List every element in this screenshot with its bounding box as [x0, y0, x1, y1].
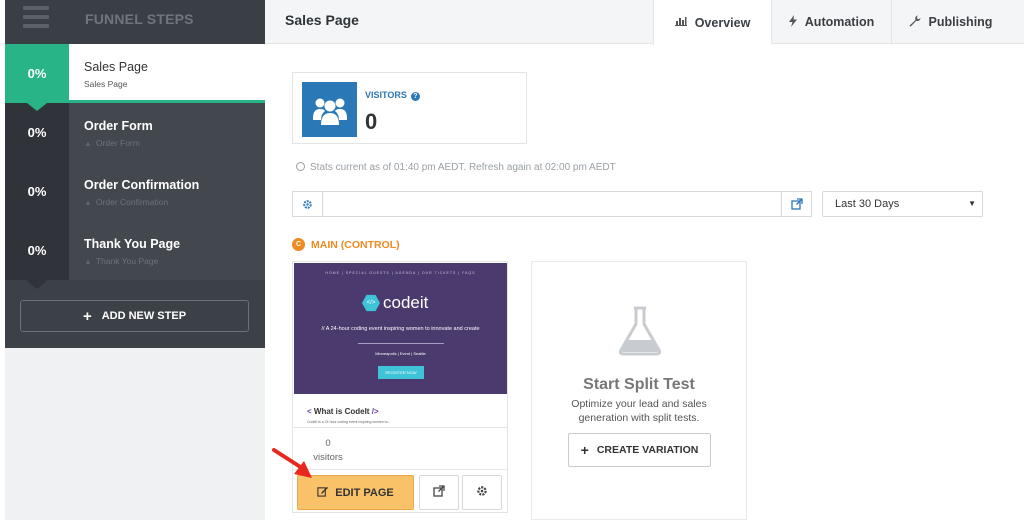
page-variant-card: HOME | SPECIAL GUESTS | AGENDA | OUR TIC… — [292, 261, 508, 513]
visitors-card: VISITORS? 0 — [292, 72, 527, 144]
gear-icon[interactable] — [293, 192, 323, 216]
thumb-logo-text: codeit — [383, 293, 429, 312]
step-percent: 0% — [5, 44, 69, 111]
split-test-description: Optimize your lead and sales generation … — [571, 398, 707, 424]
external-link-icon — [433, 485, 445, 500]
plus-icon: + — [82, 307, 92, 325]
thumb-register-button: REGISTER NOW — [378, 366, 424, 379]
control-badge: C — [292, 238, 305, 251]
step-percent: 0% — [5, 162, 69, 229]
variant-label: C MAIN (CONTROL) — [292, 238, 400, 251]
flask-icon — [618, 306, 662, 356]
step-name: Thank You Page — [84, 237, 181, 251]
thumb-what-heading: < What is CodeIt /> — [307, 407, 379, 416]
visitors-count: 0 — [365, 109, 378, 134]
what-title: What is CodeIt — [313, 407, 370, 416]
visitors-label: VISITORS? — [365, 90, 420, 101]
sidebar: FUNNEL STEPS 0% Sales Page Sales Page 0%… — [5, 0, 265, 520]
warning-icon: ▲ — [84, 139, 92, 148]
split-test-title: Start Split Test — [583, 376, 695, 393]
tab-label: Automation — [804, 15, 875, 29]
page-url-input[interactable] — [324, 192, 781, 216]
external-link-icon[interactable] — [781, 192, 811, 216]
sidebar-header: FUNNEL STEPS — [5, 0, 265, 44]
red-arrow-annotation — [272, 448, 312, 478]
caret-down-icon: ▼ — [968, 199, 976, 208]
step-subtitle-row: ▲ Order Form — [84, 138, 140, 148]
sidebar-footer: + ADD NEW STEP — [5, 281, 265, 348]
stats-note-text: Stats current as of 01:40 pm AEDT. Refre… — [310, 162, 616, 173]
tab-overview[interactable]: Overview — [653, 0, 771, 45]
add-new-step-button[interactable]: + ADD NEW STEP — [20, 300, 249, 332]
url-bar — [292, 191, 812, 217]
wrench-icon — [909, 15, 921, 30]
card-divider — [293, 469, 507, 470]
thumb-desc: CodeIt is a 24 hour coding event inspiri… — [307, 420, 391, 424]
visitors-label-text: VISITORS — [365, 90, 407, 100]
page-title: Sales Page — [285, 12, 359, 28]
step-subtitle-row: ▲ Thank You Page — [84, 256, 158, 266]
step-percent: 0% — [5, 103, 69, 170]
app: FUNNEL STEPS 0% Sales Page Sales Page 0%… — [0, 0, 1024, 520]
step-name: Order Form — [84, 119, 153, 133]
page-thumbnail[interactable]: HOME | SPECIAL GUESTS | AGENDA | OUR TIC… — [294, 263, 507, 394]
thumb-nav: HOME | SPECIAL GUESTS | AGENDA | OUR TIC… — [325, 271, 476, 275]
clock-icon — [296, 162, 305, 171]
bracket-close: /> — [369, 407, 379, 416]
sidebar-title: FUNNEL STEPS — [85, 11, 194, 27]
add-step-label: ADD NEW STEP — [101, 310, 187, 322]
edit-page-label: EDIT PAGE — [335, 486, 394, 499]
date-range-select[interactable]: Last 30 Days ▼ — [822, 191, 983, 217]
open-page-button[interactable] — [419, 475, 459, 510]
tab-label: Overview — [694, 15, 751, 30]
sidebar-empty-area — [5, 348, 265, 520]
step-subtitle: Order Form — [95, 138, 140, 148]
sidebar-step-thank-you-page[interactable]: 0% Thank You Page ▲ Thank You Page — [5, 221, 265, 288]
thumb-section: < What is CodeIt /> CodeIt is a 24 hour … — [294, 394, 507, 428]
top-bar: Sales Page Overview Automation Publishin… — [265, 0, 1024, 45]
page-settings-button[interactable] — [462, 475, 502, 510]
step-subtitle: Sales Page — [84, 79, 128, 89]
date-range-value: Last 30 Days — [835, 198, 900, 210]
plus-icon: + — [580, 442, 589, 458]
thumb-tagline: // A 24-hour coding event inspiring wome… — [321, 326, 480, 332]
step-subtitle: Thank You Page — [95, 256, 159, 266]
thumb-place: Minneapolis | Event | Seattle — [375, 351, 426, 356]
create-variation-label: CREATE VARIATION — [596, 444, 699, 456]
bracket-open: < — [307, 407, 314, 416]
step-subtitle-row: ▲ Order Confirmation — [84, 197, 168, 207]
sidebar-step-order-form[interactable]: 0% Order Form ▲ Order Form — [5, 103, 265, 170]
gear-icon — [476, 485, 488, 500]
step-subtitle: Order Confirmation — [95, 197, 169, 207]
sidebar-step-sales-page[interactable]: 0% Sales Page Sales Page — [5, 44, 265, 111]
bar-chart-icon — [674, 16, 687, 29]
variant-label-text: MAIN (CONTROL) — [311, 238, 400, 251]
step-name: Order Confirmation — [84, 178, 200, 192]
stats-note: Stats current as of 01:40 pm AEDT. Refre… — [296, 162, 616, 173]
thumb-divider — [358, 343, 444, 344]
warning-icon: ▲ — [84, 257, 92, 266]
users-icon — [302, 82, 357, 137]
warning-icon: ▲ — [84, 198, 92, 207]
tab-automation[interactable]: Automation — [771, 0, 891, 44]
bolt-icon — [788, 14, 797, 30]
tab-publishing[interactable]: Publishing — [891, 0, 1009, 44]
hamburger-menu-icon[interactable] — [23, 6, 49, 32]
thumb-logo: </> codeit — [362, 293, 428, 313]
step-name: Sales Page — [84, 60, 148, 74]
split-test-card: Start Split Test Optimize your lead and … — [531, 261, 747, 520]
tab-label: Publishing — [928, 15, 993, 29]
sidebar-step-order-confirmation[interactable]: 0% Order Confirmation ▲ Order Confirmatio… — [5, 162, 265, 229]
step-percent: 0% — [5, 221, 69, 288]
edit-icon — [317, 486, 329, 500]
code-icon: </> — [362, 294, 380, 312]
edit-page-button[interactable]: EDIT PAGE — [297, 475, 414, 510]
create-variation-button[interactable]: + CREATE VARIATION — [568, 433, 711, 467]
help-icon[interactable]: ? — [410, 92, 420, 101]
